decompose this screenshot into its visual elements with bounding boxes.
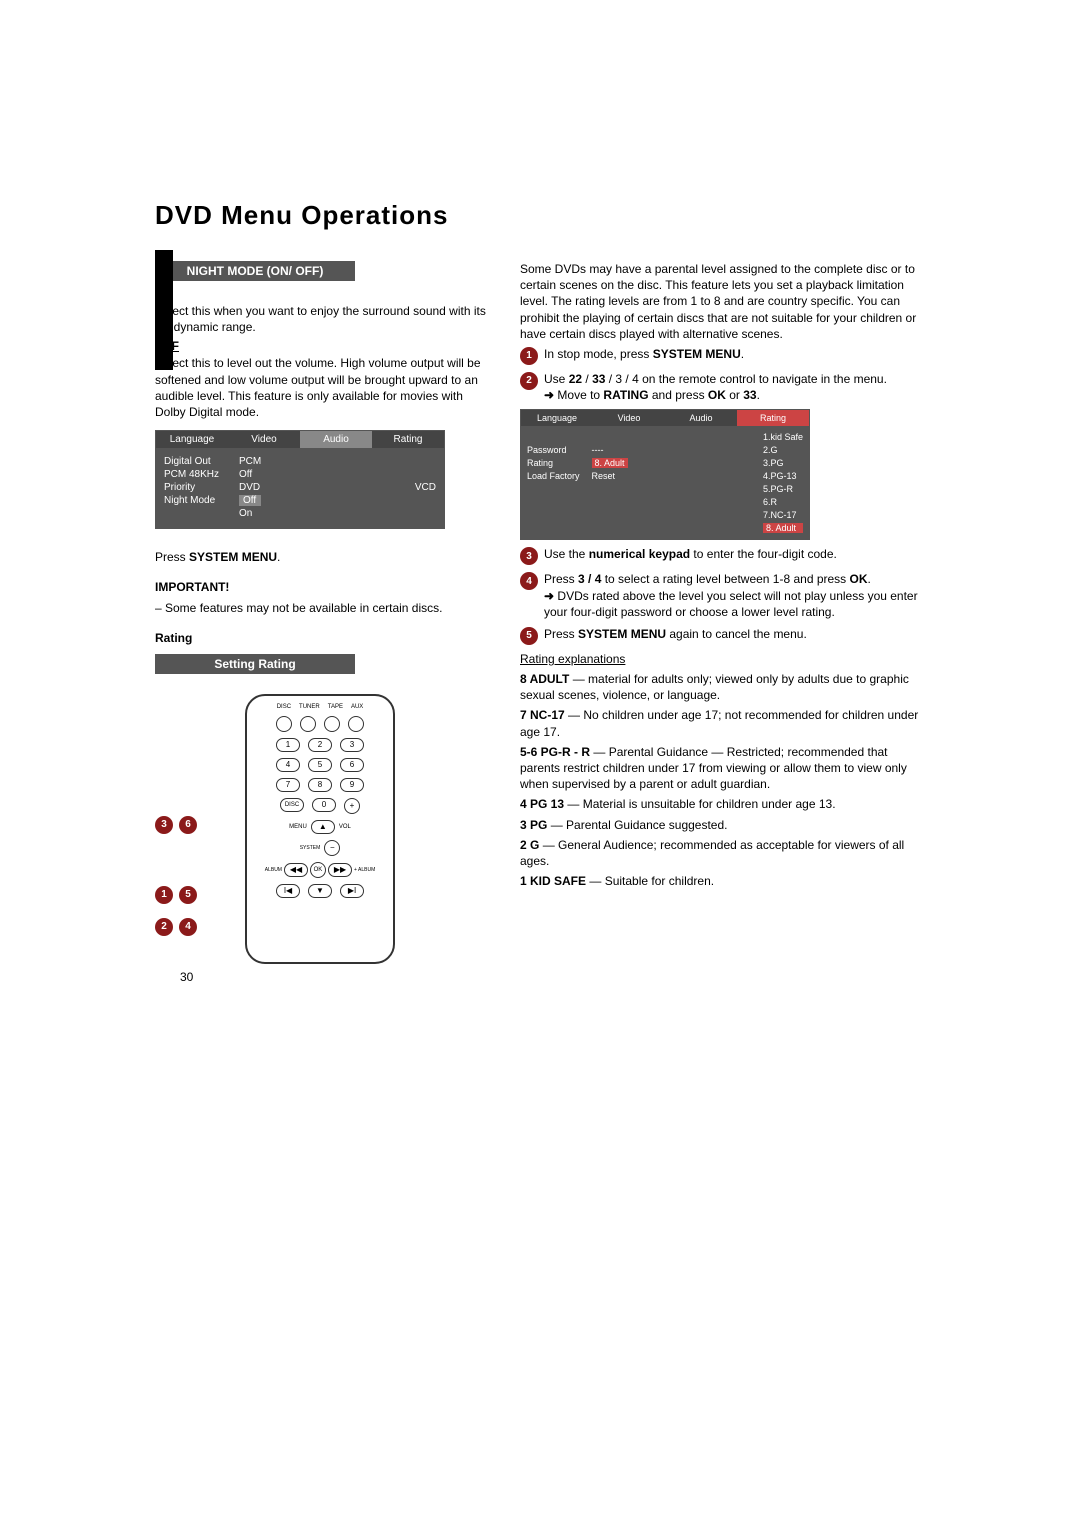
remote-disc-btn: DISC bbox=[280, 798, 304, 812]
rmenu-tab-video: Video bbox=[593, 410, 665, 426]
rating-opt: 3.PG bbox=[763, 458, 803, 468]
remote-control-diagram: DISC TUNER TAPE AUX 123 456 bbox=[245, 694, 395, 964]
menu-row-val: Off bbox=[239, 469, 261, 480]
menu-row-val: PCM bbox=[239, 456, 261, 467]
remote-num-1: 1 bbox=[276, 738, 300, 752]
remote-source-btn bbox=[276, 716, 292, 732]
menu-row-label: Night Mode bbox=[164, 495, 219, 506]
night-mode-header: NIGHT MODE (ON/ OFF) bbox=[155, 261, 355, 281]
step-4-marker: 4 bbox=[520, 572, 538, 590]
remote-up-btn: ▲ bbox=[311, 820, 335, 834]
off-label: OFF bbox=[155, 339, 495, 353]
rmenu-row-val: Reset bbox=[592, 471, 628, 481]
remote-num-5: 5 bbox=[308, 758, 332, 772]
menu-row-val: Off bbox=[239, 495, 261, 506]
rating-adult: 8 ADULT — material for adults only; view… bbox=[520, 671, 925, 703]
menu-row-label: Priority bbox=[164, 482, 219, 493]
rating-menu-screenshot: Language Video Audio Rating Password Rat… bbox=[520, 409, 810, 540]
page-number: 30 bbox=[180, 970, 193, 984]
on-label: ON bbox=[155, 287, 495, 301]
remote-source-btn bbox=[324, 716, 340, 732]
remote-prev-btn: ◀◀ bbox=[284, 863, 308, 877]
remote-num-9: 9 bbox=[340, 778, 364, 792]
rmenu-row-val: 8. Adult bbox=[592, 458, 628, 468]
rating-g: 2 G — General Audience; recommended as a… bbox=[520, 837, 925, 869]
rating-opt: 2.G bbox=[763, 445, 803, 455]
rating-opt: 7.NC-17 bbox=[763, 510, 803, 520]
step-2-text: Use 22 / 33 / 3 / 4 on the remote contro… bbox=[544, 371, 925, 403]
rating-nc17: 7 NC-17 — No children under age 17; not … bbox=[520, 707, 925, 739]
remote-minus-btn: − bbox=[324, 840, 340, 856]
menu-row-extra: VCD bbox=[415, 482, 436, 493]
rating-pg13: 4 PG 13 — Material is unsuitable for chi… bbox=[520, 796, 925, 812]
remote-num-0: 0 bbox=[312, 798, 336, 812]
remote-next-btn: ▶▶ bbox=[328, 863, 352, 877]
menu-row-label: Digital Out bbox=[164, 456, 219, 467]
callout-2: 2 bbox=[155, 918, 173, 936]
rating-opt: 5.PG-R bbox=[763, 484, 803, 494]
remote-num-8: 8 bbox=[308, 778, 332, 792]
menu-tab-language: Language bbox=[156, 431, 228, 448]
remote-down-btn: ▼ bbox=[308, 884, 332, 898]
important-text: – Some features may not be available in … bbox=[155, 600, 495, 616]
on-text: Select this when you want to enjoy the s… bbox=[155, 303, 495, 335]
rating-pg: 3 PG — Parental Guidance suggested. bbox=[520, 817, 925, 833]
rating-opt: 8. Adult bbox=[763, 523, 803, 533]
rating-opt: 1.kid Safe bbox=[763, 432, 803, 442]
menu-row-val: On bbox=[239, 508, 261, 519]
rmenu-row-label: Password bbox=[527, 445, 580, 455]
rmenu-row-val: ---- bbox=[592, 445, 628, 455]
rating-opt: 6.R bbox=[763, 497, 803, 507]
callout-1: 1 bbox=[155, 886, 173, 904]
step-5-marker: 5 bbox=[520, 627, 538, 645]
rating-pgr-r: 5-6 PG-R - R — Parental Guidance — Restr… bbox=[520, 744, 925, 793]
rmenu-row-label: Rating bbox=[527, 458, 580, 468]
menu-row-val: DVD bbox=[239, 482, 261, 493]
menu-tab-rating: Rating bbox=[372, 431, 444, 448]
callout-5: 5 bbox=[179, 886, 197, 904]
rating-intro: Some DVDs may have a parental level assi… bbox=[520, 261, 925, 342]
step-4-text: Press 3 / 4 to select a rating level bet… bbox=[544, 571, 925, 620]
important-label: IMPORTANT! bbox=[155, 580, 229, 594]
step-5-text: Press SYSTEM MENU again to cancel the me… bbox=[544, 626, 925, 642]
remote-num-7: 7 bbox=[276, 778, 300, 792]
remote-diagram-wrapper: 3 6 1 5 2 4 bbox=[155, 684, 435, 974]
section-tab bbox=[155, 250, 173, 370]
setting-rating-header: Setting Rating bbox=[155, 654, 355, 674]
rating-opt: 4.PG-13 bbox=[763, 471, 803, 481]
rating-explanations-head: Rating explanations bbox=[520, 652, 625, 666]
remote-ok-btn: OK bbox=[310, 862, 326, 878]
step-3-marker: 3 bbox=[520, 547, 538, 565]
remote-num-6: 6 bbox=[340, 758, 364, 772]
callout-4: 4 bbox=[179, 918, 197, 936]
remote-plus-btn: + bbox=[344, 798, 360, 814]
press-system-text: Press SYSTEM MENU. bbox=[155, 549, 495, 565]
remote-skip-next: ▶I bbox=[340, 884, 364, 898]
step-3-text: Use the numerical keypad to enter the fo… bbox=[544, 546, 925, 562]
rating-heading: Rating bbox=[155, 631, 192, 645]
remote-source-btn bbox=[348, 716, 364, 732]
remote-num-3: 3 bbox=[340, 738, 364, 752]
remote-skip-prev: I◀ bbox=[276, 884, 300, 898]
rmenu-row-label: Load Factory bbox=[527, 471, 580, 481]
page-title: DVD Menu Operations bbox=[155, 200, 925, 231]
remote-num-2: 2 bbox=[308, 738, 332, 752]
callout-6: 6 bbox=[179, 816, 197, 834]
rmenu-tab-rating: Rating bbox=[737, 410, 809, 426]
remote-num-4: 4 bbox=[276, 758, 300, 772]
step-1-marker: 1 bbox=[520, 347, 538, 365]
off-text: Select this to level out the volume. Hig… bbox=[155, 355, 495, 420]
rmenu-tab-audio: Audio bbox=[665, 410, 737, 426]
step-1-text: In stop mode, press SYSTEM MENU. bbox=[544, 346, 925, 362]
menu-tab-video: Video bbox=[228, 431, 300, 448]
menu-row-label: PCM 48KHz bbox=[164, 469, 219, 480]
audio-menu-screenshot: Language Video Audio Rating Digital Out … bbox=[155, 430, 445, 529]
menu-tab-audio: Audio bbox=[300, 431, 372, 448]
rmenu-tab-language: Language bbox=[521, 410, 593, 426]
step-2-marker: 2 bbox=[520, 372, 538, 390]
callout-3: 3 bbox=[155, 816, 173, 834]
rating-kid: 1 KID SAFE — Suitable for children. bbox=[520, 873, 925, 889]
remote-source-btn bbox=[300, 716, 316, 732]
